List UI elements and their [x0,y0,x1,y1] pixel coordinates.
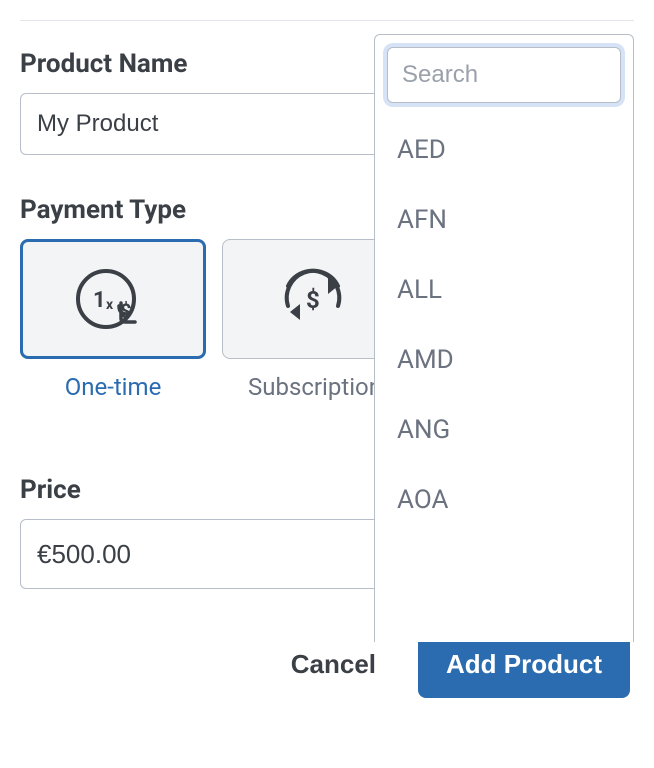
currency-option[interactable]: AOA [375,465,633,535]
svg-text:$: $ [120,299,131,323]
currency-options-list: AED AFN ALL AMD ANG AOA [375,111,633,535]
svg-text:1: 1 [93,288,106,313]
currency-option[interactable]: AFN [375,185,633,255]
currency-dropdown[interactable]: AED AFN ALL AMD ANG AOA [374,34,634,642]
payment-label-subscription: Subscription [248,373,382,401]
currency-option[interactable]: AMD [375,325,633,395]
svg-text:$: $ [306,286,320,314]
svg-text:x: x [106,297,114,313]
currency-search-input[interactable] [387,47,621,103]
cancel-button[interactable]: Cancel [283,639,384,690]
currency-option[interactable]: ALL [375,255,633,325]
subscription-icon: $ [270,262,360,336]
price-input[interactable] [20,519,389,589]
payment-tile-one-time[interactable]: 1 x $ [20,239,206,359]
payment-label-one-time: One-time [65,373,162,401]
divider [20,20,634,21]
currency-option[interactable]: ANG [375,395,633,465]
one-time-icon: 1 x $ [73,262,153,336]
currency-option[interactable]: AED [375,115,633,185]
payment-option-one-time[interactable]: 1 x $ One-time [20,239,206,401]
